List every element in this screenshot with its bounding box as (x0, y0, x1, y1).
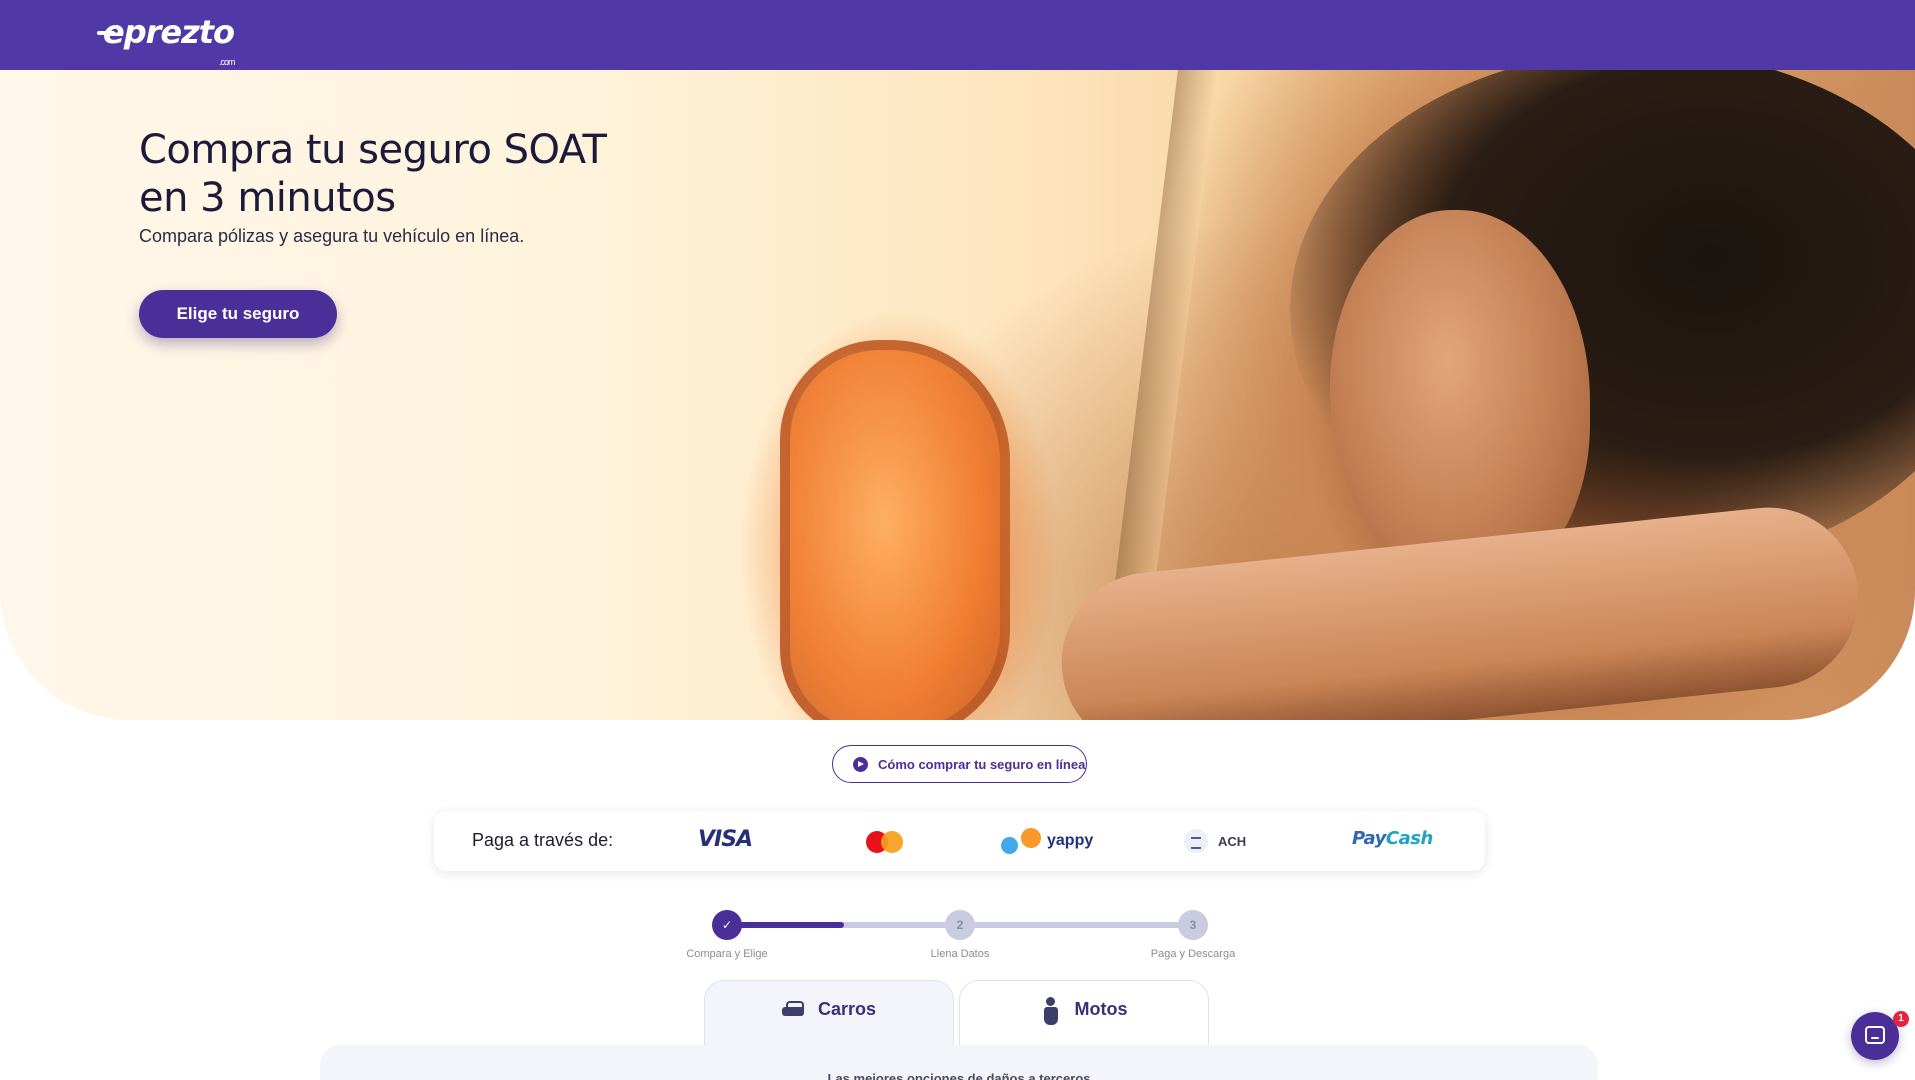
tab-carros-label: Carros (817, 999, 877, 1019)
scooter-icon (1041, 997, 1061, 1025)
step-1-indicator: ✓ (712, 910, 742, 940)
payment-methods-bar: Paga a través de: VISA yappy ACH PayCash (434, 811, 1485, 871)
check-icon: ✓ (721, 918, 733, 932)
step-2-indicator: 2 (945, 910, 975, 940)
how-to-buy-label: Cómo comprar tu seguro en línea (878, 756, 1086, 772)
hero-title: Compra tu seguro SOAT en 3 minutos (139, 127, 607, 221)
chat-notification-badge: 1 (1893, 1011, 1909, 1027)
eprezto-logo[interactable]: eprezto .com (97, 13, 235, 67)
hero-subtitle: Compara pólizas y asegura tu vehículo en… (139, 226, 525, 246)
insurance-options-panel: Las mejores opciones de daños a terceros (320, 1045, 1598, 1080)
steps-track-fill (726, 922, 844, 928)
step-3-indicator: 3 (1178, 910, 1208, 940)
paycash-logo: PayCash (1352, 828, 1433, 849)
step-1-label: Compara y Elige (686, 948, 768, 960)
tab-motos-label: Motos (1074, 999, 1128, 1019)
step-3-label: Paga y Descarga (1150, 948, 1236, 960)
ach-logo: ACH (1184, 829, 1246, 853)
mastercard-logo (866, 831, 904, 853)
payment-methods-label: Paga a través de: (472, 830, 614, 850)
step-2-label: Llena Datos (930, 948, 990, 960)
how-to-buy-button[interactable]: Cómo comprar tu seguro en línea (832, 745, 1087, 783)
paycash-label-pay: Pay (1352, 828, 1386, 849)
ach-label: ACH (1218, 833, 1247, 849)
insurance-options-heading: Las mejores opciones de daños a terceros (827, 1071, 1091, 1080)
visa-logo: VISA (698, 827, 753, 852)
choose-insurance-button[interactable]: Elige tu seguro (139, 290, 337, 338)
purchase-steps-progress: ✓ 2 3 Compara y Elige Llena Datos Paga y… (680, 905, 1240, 965)
yappy-label: yappy (1047, 832, 1094, 849)
hero-photo-side-mirror (780, 340, 1010, 720)
chat-launcher-button[interactable] (1851, 1012, 1899, 1060)
logo-mark (97, 31, 115, 35)
play-circle-icon (853, 756, 868, 772)
bank-icon (1184, 829, 1208, 853)
logo-text: eprezto (103, 13, 235, 51)
chat-icon (1865, 1026, 1885, 1044)
top-navigation-bar: eprezto .com (0, 0, 1915, 70)
paycash-label-cash: Cash (1385, 828, 1433, 849)
car-icon (781, 1001, 804, 1019)
